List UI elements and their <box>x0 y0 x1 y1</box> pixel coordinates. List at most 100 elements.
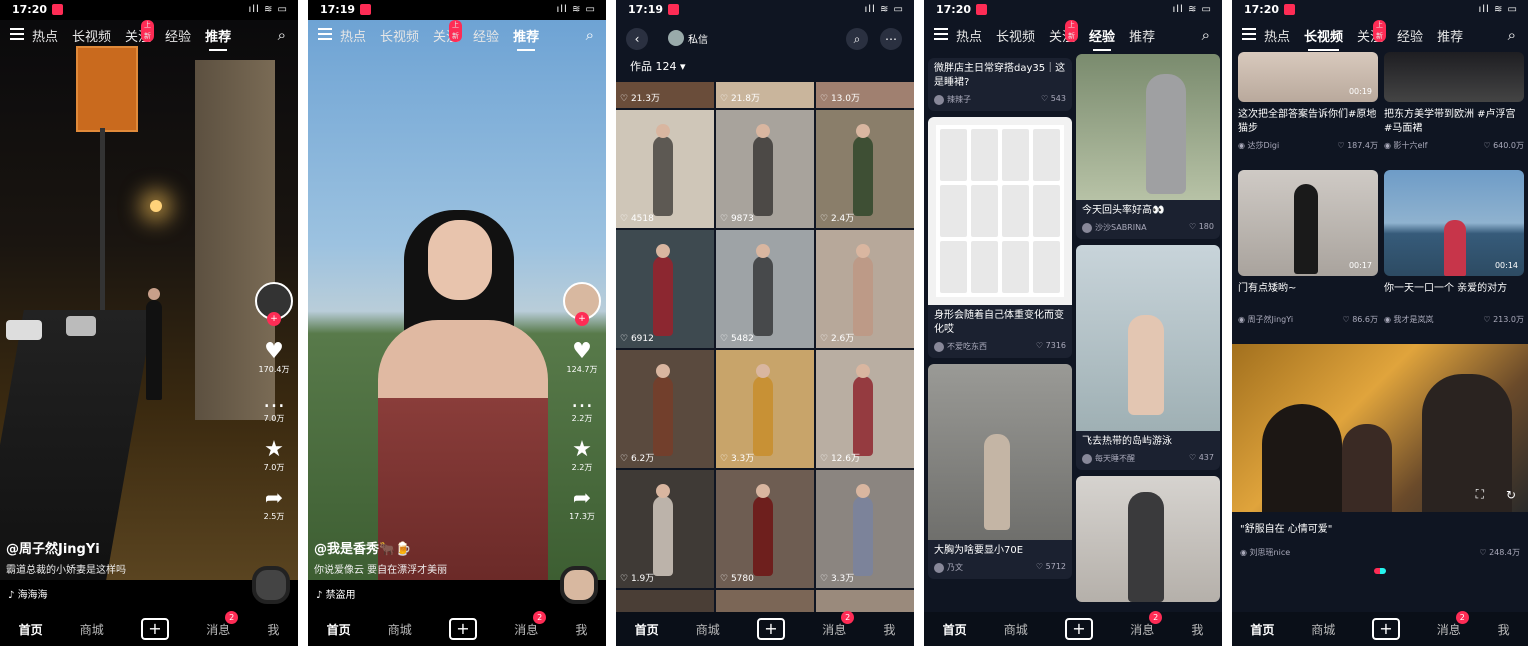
video-card[interactable]: 00:14 你一天一口一个 亲爱的对方 ◉ 我才是岚岚 ♡ 213.0万 <box>1384 170 1524 325</box>
video-card[interactable]: 00:17 门有点矮哟~ ◉ 周子然JingYi ♡ 86.6万 <box>1238 170 1378 325</box>
tab-hot[interactable]: 热点 <box>1264 26 1290 45</box>
create-plus-button[interactable]: + <box>141 618 169 640</box>
grid-item[interactable]: ♡ 2.4万 <box>816 110 914 228</box>
post-card[interactable]: 大胸为啥要显小70E 乃文 ♡ 5712 <box>928 364 1072 579</box>
author-name[interactable]: @周子然JingYi <box>6 538 126 557</box>
nav-home[interactable]: 首页 <box>635 621 659 638</box>
create-plus-button[interactable]: + <box>449 618 477 640</box>
fullscreen-icon[interactable]: ⛶ <box>1476 487 1484 502</box>
video-author[interactable]: ◉ 达莎Digi <box>1238 140 1279 151</box>
nav-mall[interactable]: 商城 <box>1004 621 1028 638</box>
tab-follow[interactable]: 关注 上新 <box>125 20 155 45</box>
nav-me[interactable]: 我 <box>267 621 279 638</box>
nav-me[interactable]: 我 <box>1498 621 1510 638</box>
grid-item[interactable]: ♡ 3.3万 <box>716 350 814 468</box>
follow-plus-icon[interactable]: + <box>575 312 589 326</box>
nav-me[interactable]: 我 <box>575 621 587 638</box>
tab-follow[interactable]: 关注 上新 <box>1049 20 1079 45</box>
menu-icon[interactable] <box>1242 28 1256 40</box>
nav-mall[interactable]: 商城 <box>80 621 104 638</box>
post-card[interactable]: 飞去热带的岛屿游泳 每天睡不醒 ♡ 437 <box>1076 245 1220 470</box>
search-icon[interactable]: ⌕ <box>1508 26 1516 44</box>
nav-messages[interactable]: 消息 2 <box>1130 610 1163 638</box>
nav-me[interactable]: 我 <box>1191 621 1203 638</box>
nav-messages[interactable]: 消息 2 <box>514 610 547 638</box>
music-label[interactable]: ♪ 海海海 <box>8 586 48 601</box>
nav-messages[interactable]: 消息 2 <box>206 610 239 638</box>
grid-item[interactable]: ♡ 5780 <box>716 470 814 588</box>
video-card[interactable]: 把东方美学带到欧洲 #卢浮宫 #马面裙 ◉ 影十六elf ♡ 640.0万 <box>1384 52 1524 151</box>
create-plus-button[interactable]: + <box>1371 618 1400 640</box>
tab-recommend[interactable]: 推荐 <box>1129 26 1155 45</box>
post-author[interactable]: 乃文 <box>934 562 963 573</box>
music-disc-icon[interactable] <box>560 566 598 604</box>
follow-plus-icon[interactable]: + <box>267 312 281 326</box>
grid-item[interactable]: ♡ 13.0万 <box>816 82 914 108</box>
tab-follow[interactable]: 关注 上新 <box>1357 20 1387 45</box>
tab-experience[interactable]: 经验 <box>1397 26 1423 45</box>
grid-item[interactable]: ♡ 5482 <box>716 230 814 348</box>
post-author[interactable]: 辣辣子 <box>934 94 971 105</box>
grid-item[interactable]: ♡ 12.6万 <box>816 350 914 468</box>
grid-item[interactable]: ♡ 4518 <box>616 110 714 228</box>
nav-me[interactable]: 我 <box>883 621 895 638</box>
works-count-dropdown[interactable]: 作品 124 ▾ <box>630 58 686 74</box>
nav-mall[interactable]: 商城 <box>388 621 412 638</box>
tab-recommend[interactable]: 推荐 <box>513 26 539 51</box>
nav-messages[interactable]: 消息 2 <box>1437 610 1469 638</box>
create-plus-button[interactable]: + <box>757 618 785 640</box>
comment-button[interactable]: … 2.2万 <box>562 389 602 424</box>
video-author[interactable]: ◉ 刘思瑶nice <box>1240 547 1290 558</box>
tab-long-video[interactable]: 长视频 <box>380 26 419 45</box>
post-card[interactable] <box>1076 476 1220 602</box>
grid-item[interactable]: ♡ 21.8万 <box>716 82 814 108</box>
search-icon[interactable]: ⌕ <box>1202 26 1210 44</box>
like-button[interactable]: ♥ 124.7万 <box>562 340 602 375</box>
post-author[interactable]: 每天睡不醒 <box>1082 453 1135 464</box>
tab-follow[interactable]: 关注 上新 <box>433 20 463 45</box>
favorite-button[interactable]: ★ 7.0万 <box>254 438 294 473</box>
tab-hot[interactable]: 热点 <box>340 26 366 45</box>
post-author[interactable]: 沙沙SABRINA <box>1082 222 1147 233</box>
tab-hot[interactable]: 热点 <box>32 26 58 45</box>
tab-experience[interactable]: 经验 <box>1089 26 1115 51</box>
menu-icon[interactable] <box>934 28 948 40</box>
tab-hot[interactable]: 热点 <box>956 26 982 45</box>
post-card[interactable]: 身形会随着自己体重变化而变化哎 不爱吃东西 ♡ 7316 <box>928 117 1072 358</box>
tab-long-video[interactable]: 长视频 <box>72 26 111 45</box>
post-likes[interactable]: ♡ 5712 <box>1036 562 1066 573</box>
tab-recommend[interactable]: 推荐 <box>1437 26 1463 45</box>
post-likes[interactable]: ♡ 543 <box>1041 94 1066 105</box>
grid-item[interactable]: ♡ 21.3万 <box>616 82 714 108</box>
menu-icon[interactable] <box>10 28 24 40</box>
tab-experience[interactable]: 经验 <box>165 26 191 45</box>
like-button[interactable]: ♥ 170.4万 <box>254 340 294 375</box>
share-button[interactable]: ➦ 2.5万 <box>254 487 294 522</box>
grid-item[interactable]: ♡ 1.9万 <box>616 470 714 588</box>
video-author[interactable]: ◉ 影十六elf <box>1384 140 1428 151</box>
post-likes[interactable]: ♡ 180 <box>1189 222 1214 233</box>
private-message-button[interactable]: 私信 <box>668 30 708 46</box>
grid-item[interactable]: ♡ 6.2万 <box>616 350 714 468</box>
grid-item[interactable]: ♡ 9873 <box>716 110 814 228</box>
grid-item[interactable]: ♡ 6912 <box>616 230 714 348</box>
nav-home[interactable]: 首页 <box>327 621 351 638</box>
share-icon[interactable]: ↻ <box>1506 488 1516 502</box>
nav-messages[interactable]: 消息 2 <box>822 610 855 638</box>
music-disc-icon[interactable] <box>252 566 290 604</box>
music-label[interactable]: ♪ 禁盗用 <box>316 586 356 601</box>
post-card[interactable]: 微胖店主日常穿搭day35｜这是睡裙? 辣辣子 ♡ 543 <box>928 58 1072 111</box>
post-author[interactable]: 不爱吃东西 <box>934 341 987 352</box>
grid-item[interactable]: ♡ 2.6万 <box>816 230 914 348</box>
favorite-button[interactable]: ★ 2.2万 <box>562 438 602 473</box>
back-arrow-icon[interactable]: ‹ <box>626 28 648 50</box>
post-likes[interactable]: ♡ 437 <box>1189 453 1214 464</box>
more-icon[interactable]: ⋯ <box>880 28 902 50</box>
video-author[interactable]: ◉ 我才是岚岚 <box>1384 314 1434 325</box>
comment-button[interactable]: … 7.0万 <box>254 389 294 424</box>
nav-home[interactable]: 首页 <box>1250 621 1274 638</box>
nav-home[interactable]: 首页 <box>943 621 967 638</box>
featured-video-card[interactable]: ⛶ ↻ "舒服自在 心情可爱" ◉ 刘思瑶nice ♡ 248.4万 <box>1232 344 1528 574</box>
search-icon[interactable]: ⌕ <box>586 26 594 44</box>
create-plus-button[interactable]: + <box>1065 618 1093 640</box>
